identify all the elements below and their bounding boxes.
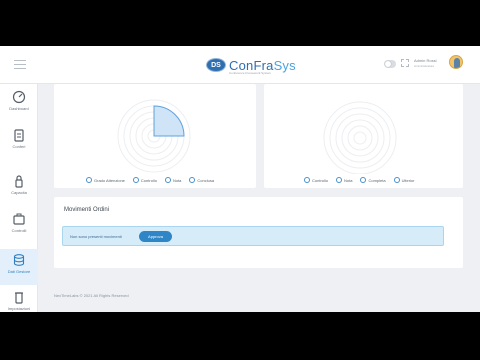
- legend-label: Nota: [344, 177, 353, 183]
- movements-title: Movimenti Ordini: [64, 207, 110, 213]
- lock-icon: [15, 175, 23, 188]
- legend-item[interactable]: Nota: [336, 177, 352, 183]
- chart-card-left: Grado Attenzione Controllo Nota Conclusa: [54, 84, 256, 188]
- legend-label: Controllo: [312, 177, 329, 183]
- legend-item[interactable]: Nota: [164, 177, 182, 183]
- trash-icon: [15, 292, 23, 304]
- sidebar-item-dati-gestore[interactable]: Dati Gestore: [0, 249, 38, 285]
- legend-item[interactable]: Controllo: [304, 177, 328, 183]
- sidebar-item-label: Dati Gestore: [7, 269, 31, 274]
- chart-legend-left: Grado Attenzione Controllo Nota Conclusa: [86, 177, 214, 183]
- sidebar: Dashboard Conferi Capacita Controlli Dat…: [0, 84, 38, 312]
- logo-tagline: Conference Framework System: [229, 71, 272, 75]
- legend-marker: [360, 177, 367, 183]
- sidebar-item-label: Controlli: [11, 228, 27, 233]
- fullscreen-icon[interactable]: [401, 59, 409, 67]
- approve-button[interactable]: Approva: [139, 231, 172, 242]
- dashboard-icon: [12, 90, 26, 104]
- sidebar-item-label: Conferi: [12, 144, 26, 149]
- briefcase-icon: [13, 213, 25, 225]
- top-bar: DS ConFraSys Conference Framework System…: [0, 46, 480, 84]
- legend-label: Grado Attenzione: [94, 177, 125, 183]
- sidebar-item-controlli[interactable]: Controlli: [0, 212, 38, 250]
- logo-badge: DS: [206, 58, 226, 72]
- movements-card: Movimenti Ordini Non sono presenti movim…: [54, 197, 463, 268]
- clipboard-icon: [14, 129, 24, 142]
- legend-marker: [336, 177, 343, 183]
- sidebar-item-label: Dashboard: [9, 106, 29, 111]
- sidebar-item-dashboard[interactable]: Dashboard: [0, 90, 38, 128]
- polar-chart-right: [323, 101, 397, 174]
- legend-label: Ulterior: [401, 177, 415, 183]
- sidebar-item-capacita[interactable]: Capacita: [0, 174, 38, 212]
- database-icon: [13, 254, 25, 266]
- app-window: DS ConFraSys Conference Framework System…: [0, 46, 480, 312]
- legend-marker: [132, 177, 139, 183]
- legend-marker: [189, 177, 196, 183]
- legend-marker: [304, 177, 310, 183]
- logo[interactable]: DS ConFraSys Conference Framework System: [206, 55, 296, 75]
- polar-chart-left: [117, 99, 191, 173]
- chart-card-right: Controllo Nota Completa Ulterior: [264, 84, 463, 188]
- avatar[interactable]: [449, 55, 463, 69]
- legend-label: Nota: [172, 177, 182, 183]
- sidebar-item-label: Impostazioni: [7, 306, 31, 311]
- legend-label: Completa: [368, 177, 386, 183]
- legend-label: Conclusa: [197, 177, 215, 183]
- legend-item[interactable]: Controllo: [132, 177, 157, 183]
- legend-marker: [86, 177, 92, 183]
- legend-item[interactable]: Conclusa: [189, 177, 214, 183]
- sidebar-item-impostazioni[interactable]: Impostazioni: [0, 290, 38, 312]
- legend-marker: [164, 177, 171, 183]
- dark-mode-toggle[interactable]: [384, 60, 396, 68]
- user-role: Amministratore: [414, 64, 435, 68]
- alert-text: Non sono presenti movimenti: [70, 234, 122, 239]
- chart-grid: [323, 101, 397, 174]
- legend-label: Controllo: [140, 177, 157, 183]
- legend-marker: [393, 177, 400, 183]
- movements-alert: Non sono presenti movimenti Approva: [62, 226, 444, 246]
- legend-item[interactable]: Grado Attenzione: [86, 177, 125, 183]
- hamburger-icon[interactable]: [14, 60, 26, 69]
- footer-text: NexTimeLabs © 2021 All Rights Reserved: [54, 293, 129, 298]
- legend-item[interactable]: Completa: [360, 177, 386, 183]
- sidebar-item-label: Capacita: [11, 190, 27, 195]
- chart-legend-right: Controllo Nota Completa Ulterior: [304, 177, 414, 183]
- legend-item[interactable]: Ulterior: [393, 177, 415, 183]
- sidebar-item-conferi[interactable]: Conferi: [0, 128, 38, 166]
- user-name[interactable]: Admin Rossi: [414, 58, 436, 63]
- logo-text-part2: Sys: [273, 57, 296, 73]
